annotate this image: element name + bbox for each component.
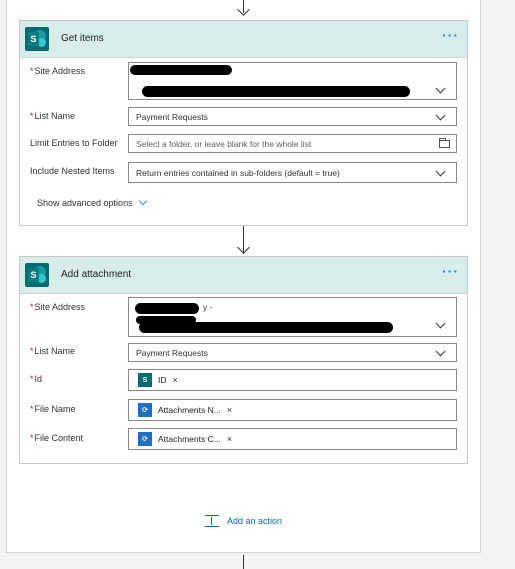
file-content-field[interactable]: ⟳ Attachments C... × [128,428,457,450]
file-name-label: *File Name [30,404,76,414]
site-address-field[interactable]: y - [128,297,457,337]
list-name-label: *List Name [30,346,76,356]
sharepoint-icon: S [25,27,49,51]
remove-token-icon[interactable]: × [227,405,232,415]
add-an-action-button[interactable]: Add an action [205,514,282,528]
remove-token-icon[interactable]: × [173,375,178,385]
limit-folder-label: Limit Entries to Folder [30,138,118,148]
redaction [130,65,232,75]
id-label: *Id [30,374,43,384]
site-address-field[interactable] [128,62,457,100]
site-address-label: *Site Address [30,302,86,312]
get-items-card: S Get items ··· *Site Address *List Name… [19,20,468,226]
site-address-label: *Site Address [30,66,86,76]
more-options-icon[interactable]: ··· [442,263,459,279]
list-name-dropdown[interactable]: Payment Requests [128,343,457,362]
show-advanced-options-button[interactable]: Show advanced options [37,196,147,208]
chevron-down-icon[interactable] [435,166,446,177]
add-attachment-card: S Add attachment ··· *Site Address y - *… [19,256,468,464]
add-step-icon [205,514,219,528]
id-field[interactable]: S ID × [128,369,457,391]
chevron-down-icon[interactable] [435,318,446,329]
loop-icon: ⟳ [138,432,152,446]
chevron-down-icon[interactable] [435,110,446,121]
include-nested-dropdown[interactable]: Return entries contained in sub-folders … [128,162,457,183]
list-name-dropdown[interactable]: Payment Requests [128,107,457,126]
sharepoint-icon: S [25,263,49,287]
sharepoint-icon: S [138,373,152,387]
get-items-header[interactable]: S Get items ··· [20,21,467,58]
add-attachment-header[interactable]: S Add attachment ··· [20,257,467,294]
chevron-down-icon [138,196,147,206]
chevron-down-icon[interactable] [435,83,446,94]
redaction [142,86,410,97]
list-name-label: *List Name [30,111,76,121]
more-options-icon[interactable]: ··· [442,27,459,43]
bottom-connector-line [243,555,244,569]
redaction [135,303,199,314]
remove-token-icon[interactable]: × [227,434,232,444]
include-nested-label: Include Nested Items [30,166,115,176]
redaction [139,322,393,333]
id-token[interactable]: S ID × [138,373,178,387]
file-name-token[interactable]: ⟳ Attachments N... × [138,403,233,417]
file-name-field[interactable]: ⟳ Attachments N... × [128,399,457,421]
file-content-token[interactable]: ⟳ Attachments C... × [138,432,233,446]
card-title: Add attachment [61,269,132,280]
folder-icon[interactable] [439,138,450,148]
file-content-label: *File Content [30,433,84,443]
limit-folder-input[interactable]: Select a folder, or leave blank for the … [128,134,457,153]
card-title: Get items [61,33,104,44]
loop-icon: ⟳ [138,403,152,417]
chevron-down-icon[interactable] [435,346,446,357]
